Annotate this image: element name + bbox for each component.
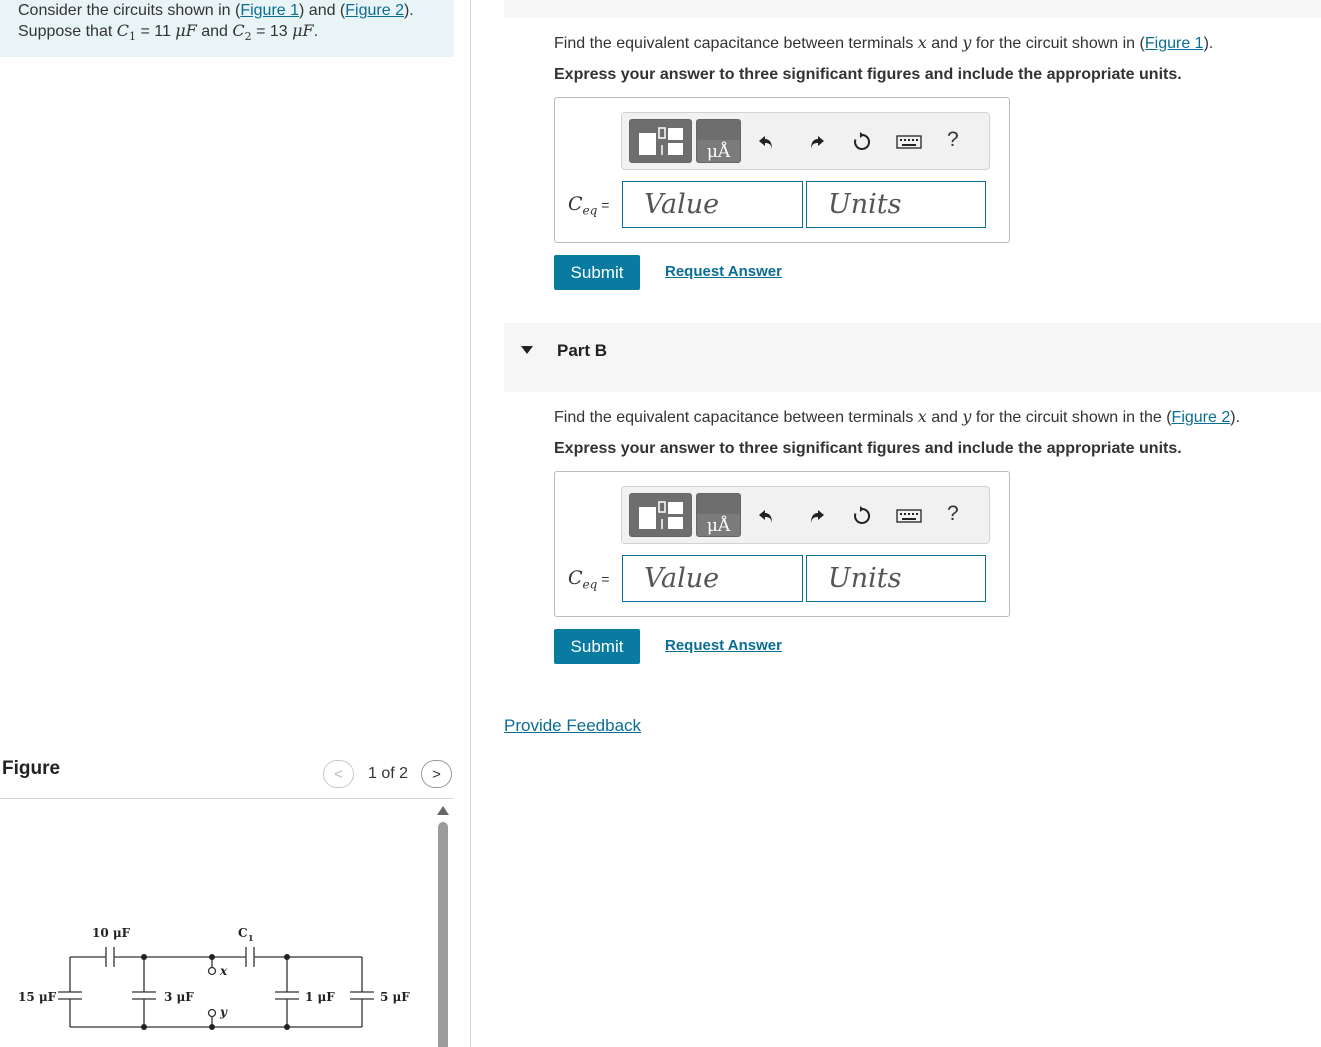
math-toolbar: μÅ ? (621, 486, 990, 544)
chevron-left-icon: < (334, 765, 343, 783)
c1-symbol: C (116, 21, 129, 40)
figure-divider (0, 798, 454, 799)
provide-feedback-link[interactable]: Provide Feedback (504, 716, 641, 736)
figure-scrollbar[interactable] (438, 822, 448, 1047)
units-input[interactable]: Units (806, 555, 986, 602)
ceq-label: Ceq = (568, 193, 609, 218)
undo-icon[interactable] (755, 130, 779, 154)
label-15uf: 15 μF (18, 990, 57, 1004)
intro-text: . (313, 23, 319, 40)
ceq-subscript: eq (582, 203, 598, 218)
units-button-label: μÅ (706, 142, 731, 162)
units-button-label: μÅ (706, 516, 731, 536)
help-button[interactable]: ? (947, 128, 959, 152)
question-text: Find the equivalent capacitance between … (554, 409, 918, 426)
circuit-diagram: 10 μF C 1 15 μF 3 μF 1 μF 5 μF x y (18, 926, 410, 1030)
scroll-up-arrow-icon[interactable] (437, 806, 449, 815)
chevron-right-icon: > (432, 765, 441, 783)
value-input[interactable]: Value (622, 555, 803, 602)
ceq-label: Ceq = (568, 567, 609, 592)
ceq-equals: = (597, 571, 610, 587)
label-1uf: 1 μF (305, 990, 335, 1004)
figure-next-button[interactable]: > (421, 760, 452, 788)
part-b-figure-link[interactable]: Figure 2 (1172, 409, 1231, 426)
units-button[interactable]: μÅ (696, 119, 741, 163)
templates-icon (639, 127, 683, 155)
c1-value: = 11 (136, 23, 176, 40)
reset-icon[interactable] (850, 130, 874, 154)
c2-value: = 13 (251, 23, 293, 40)
part-b-label[interactable]: Part B (557, 341, 607, 361)
units-input[interactable]: Units (806, 181, 986, 228)
figure-counter: 1 of 2 (368, 765, 409, 782)
redo-icon[interactable] (804, 504, 828, 528)
part-a-request-answer-link[interactable]: Request Answer (665, 263, 782, 280)
question-text: and (926, 35, 963, 52)
label-10uf: 10 μF (92, 926, 131, 940)
question-text: and (926, 409, 963, 426)
part-b-answer-box: μÅ ? Ceq = Value Units (554, 471, 1010, 617)
figure-1-link[interactable]: Figure 1 (240, 2, 299, 19)
intro-text: Suppose that (18, 23, 117, 40)
templates-icon (639, 501, 683, 529)
value-input[interactable]: Value (622, 181, 803, 228)
part-b-instruction: Express your answer to three significant… (554, 440, 1182, 457)
templates-button[interactable] (629, 119, 692, 163)
label-c1: C (238, 926, 248, 940)
keyboard-icon[interactable] (895, 130, 923, 154)
terminal-x: x (917, 407, 927, 426)
problem-intro: Consider the circuits shown in (Figure 1… (0, 0, 454, 57)
ceq-equals: = (597, 197, 610, 213)
question-text: for the circuit shown in ( (971, 35, 1145, 52)
intro-text: ) and ( (299, 2, 346, 19)
terminal-x: x (917, 33, 927, 52)
caret-down-icon[interactable] (521, 346, 533, 354)
part-a-figure-link[interactable]: Figure 1 (1145, 35, 1204, 52)
c2-subscript: 2 (244, 30, 252, 44)
part-a-question: Find the equivalent capacitance between … (554, 33, 1213, 53)
reset-icon[interactable] (850, 504, 874, 528)
intro-line-1: Consider the circuits shown in (Figure 1… (18, 1, 454, 21)
figure-prev-button[interactable]: < (323, 760, 354, 788)
question-text: ). (1203, 35, 1214, 52)
c2-unit: μF (292, 21, 314, 40)
label-3uf: 3 μF (164, 990, 194, 1004)
intro-line-2: Suppose that C1 = 11 μF and C2 = 13 μF. (18, 21, 454, 47)
column-divider (470, 0, 471, 1047)
ceq-subscript: eq (582, 577, 598, 592)
ceq-symbol: C (568, 193, 583, 215)
math-toolbar: μÅ ? (621, 112, 990, 170)
part-b-header[interactable] (504, 323, 1321, 392)
part-b-question: Find the equivalent capacitance between … (554, 407, 1240, 427)
intro-text: ). (403, 2, 414, 19)
figure-title: Figure (2, 758, 61, 779)
templates-button[interactable] (629, 493, 692, 537)
part-b-request-answer-link[interactable]: Request Answer (665, 637, 782, 654)
part-a-answer-box: μÅ ? Ceq = Value Units (554, 97, 1010, 243)
question-text: ). (1230, 409, 1241, 426)
part-a-instruction: Express your answer to three significant… (554, 66, 1182, 83)
label-y: y (219, 1005, 228, 1019)
part-a-submit-button[interactable]: Submit (554, 255, 640, 290)
keyboard-icon[interactable] (895, 504, 923, 528)
part-b-submit-button[interactable]: Submit (554, 629, 640, 664)
units-button[interactable]: μÅ (696, 493, 741, 537)
part-a-header-strip (504, 0, 1321, 18)
ceq-symbol: C (568, 567, 583, 589)
c2-symbol: C (232, 21, 245, 40)
undo-icon[interactable] (755, 504, 779, 528)
label-5uf: 5 μF (380, 990, 410, 1004)
intro-text: and (196, 23, 233, 40)
intro-text: Consider the circuits shown in ( (18, 2, 241, 19)
c1-subscript: 1 (129, 30, 136, 44)
c1-unit: μF (175, 21, 197, 40)
redo-icon[interactable] (804, 130, 828, 154)
label-x: x (219, 964, 228, 978)
question-text: for the circuit shown in the ( (971, 409, 1172, 426)
help-button[interactable]: ? (947, 502, 959, 526)
question-text: Find the equivalent capacitance between … (554, 35, 918, 52)
figure-2-link[interactable]: Figure 2 (345, 2, 404, 19)
label-c1-sub: 1 (248, 933, 254, 943)
